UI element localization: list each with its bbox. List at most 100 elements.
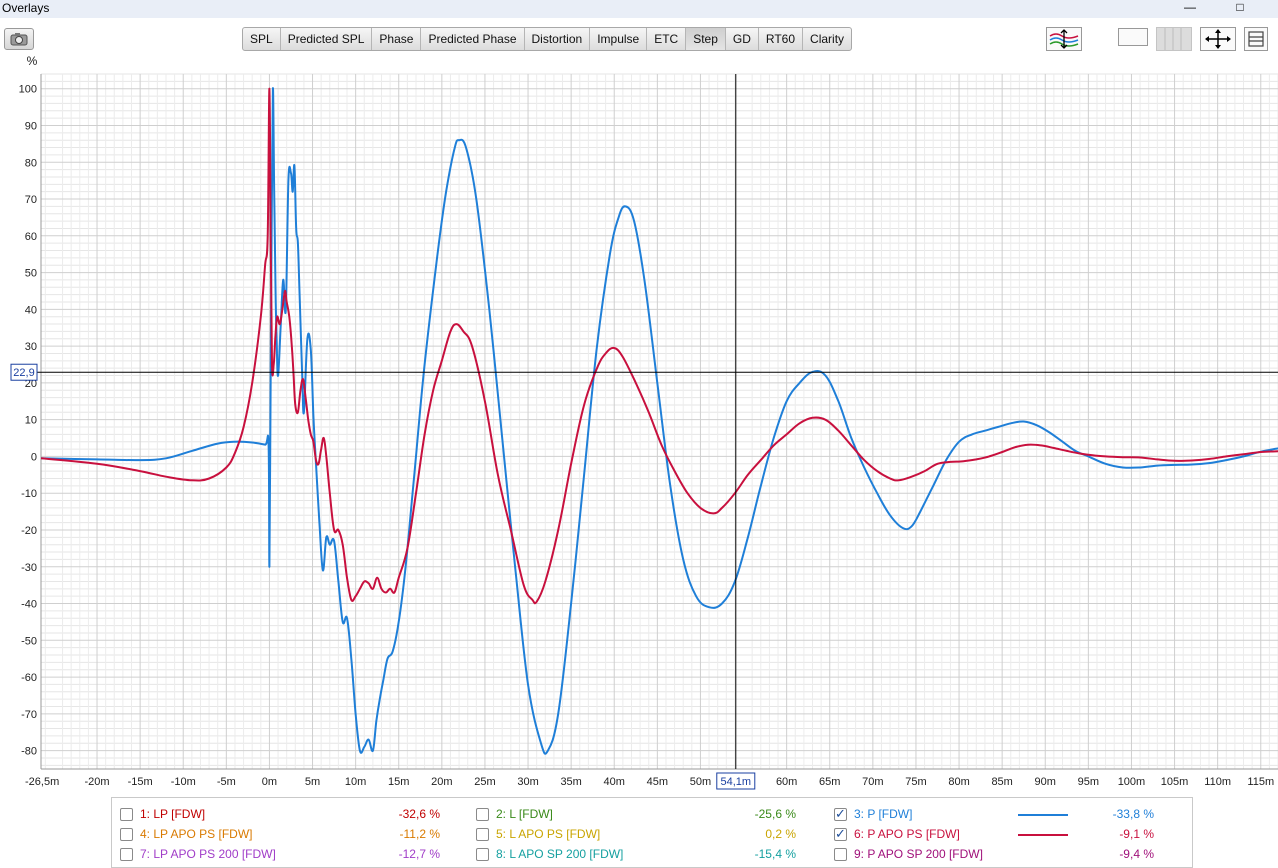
- minimize-button[interactable]: —: [1180, 0, 1200, 16]
- y-tick-label: -20: [21, 525, 37, 537]
- legend-item-label[interactable]: 4: LP APO PS [FDW]: [140, 826, 252, 842]
- y-tick-label: 0: [31, 451, 37, 463]
- tab-impulse[interactable]: Impulse: [590, 28, 648, 50]
- x-tick-label: 90m: [1035, 776, 1056, 788]
- legend-item-value: -15,4 %: [754, 847, 796, 861]
- y-tick-label: 10: [25, 415, 37, 427]
- tab-predicted-spl[interactable]: Predicted SPL: [281, 28, 373, 50]
- tab-phase[interactable]: Phase: [372, 28, 422, 50]
- x-tick-label: 110m: [1204, 776, 1231, 788]
- y-tick-label: -60: [21, 672, 37, 684]
- legend-checkbox[interactable]: [834, 848, 847, 861]
- x-tick-label: 40m: [604, 776, 625, 788]
- legend-item-label[interactable]: 7: LP APO PS 200 [FDW]: [140, 846, 276, 862]
- legend-checkbox[interactable]: [834, 826, 847, 842]
- legend-panel: 1: LP [FDW] -32,6 % 2: L [FDW] -25,6 % 3: P …: [111, 797, 1193, 868]
- legend-item-label[interactable]: 6: P APO PS [FDW]: [854, 826, 960, 842]
- y-tick-label: -80: [21, 746, 37, 758]
- legend-checkbox[interactable]: [476, 808, 489, 821]
- x-tick-label: 15m: [388, 776, 409, 788]
- maximize-button[interactable]: □: [1230, 0, 1250, 16]
- tab-clarity[interactable]: Clarity: [803, 28, 851, 50]
- y-tick-label: 30: [25, 341, 37, 353]
- x-tick-label: 70m: [862, 776, 883, 788]
- camera-icon[interactable]: [4, 28, 34, 50]
- x-tick-label: 60m: [776, 776, 797, 788]
- legend-item-value: -25,6 %: [754, 807, 796, 821]
- tab-spl[interactable]: SPL: [243, 28, 281, 50]
- x-tick-label: 95m: [1078, 776, 1099, 788]
- cursor-x-readout: 54,1m: [720, 776, 751, 788]
- x-tick-label: 80m: [948, 776, 969, 788]
- y-tick-label: 50: [25, 268, 37, 280]
- legend-item-value: -9,4 %: [1119, 847, 1154, 861]
- legend-checkbox[interactable]: [120, 828, 133, 841]
- x-tick-label: 30m: [517, 776, 538, 788]
- x-tick-label: 45m: [647, 776, 668, 788]
- x-tick-label: 5m: [305, 776, 320, 788]
- y-tick-label: -70: [21, 709, 37, 721]
- cursor-y-readout: 22,9: [13, 367, 34, 379]
- move-arrows-icon[interactable]: [1200, 27, 1236, 51]
- x-tick-label: 50m: [690, 776, 711, 788]
- tab-etc[interactable]: ETC: [647, 28, 687, 50]
- x-tick-label: 10m: [345, 776, 366, 788]
- x-tick-label: 105m: [1161, 776, 1189, 788]
- waveform-scale-icon[interactable]: [1046, 27, 1082, 51]
- step-response-chart[interactable]: -80-70-60-50-40-30-20-100102030405060708…: [0, 56, 1278, 796]
- legend-checkbox[interactable]: [120, 808, 133, 821]
- y-tick-label: 80: [25, 157, 37, 169]
- tab-rt60[interactable]: RT60: [759, 28, 804, 50]
- x-tick-label: -5m: [217, 776, 236, 788]
- legend-item-value: -11,2 %: [399, 827, 440, 841]
- tab-step[interactable]: Step: [686, 28, 726, 50]
- x-tick-label: 75m: [905, 776, 926, 788]
- x-tick-label: -10m: [171, 776, 196, 788]
- window-titlebar: Overlays — □: [0, 0, 1278, 18]
- tab-gd[interactable]: GD: [726, 28, 759, 50]
- y-axis-label: %: [27, 56, 38, 68]
- color-swatch-icon[interactable]: [1118, 28, 1148, 46]
- legend-item-label[interactable]: 3: P [FDW]: [854, 806, 912, 822]
- legend-item-label[interactable]: 8: L APO SP 200 [FDW]: [496, 846, 623, 862]
- x-tick-label: 20m: [431, 776, 452, 788]
- legend-checkbox[interactable]: [476, 828, 489, 841]
- legend-line-swatch: [1018, 814, 1068, 816]
- grid-toggle-icon[interactable]: [1156, 27, 1192, 51]
- tab-distortion[interactable]: Distortion: [525, 28, 591, 50]
- legend-item-value: -9,1 %: [1119, 827, 1154, 841]
- x-tick-label: 100m: [1118, 776, 1146, 788]
- x-tick-label: 115m: [1247, 776, 1274, 788]
- tab-predicted-phase[interactable]: Predicted Phase: [421, 28, 525, 50]
- x-tick-label: 85m: [991, 776, 1012, 788]
- y-tick-label: 40: [25, 304, 37, 316]
- x-tick-label: 65m: [819, 776, 840, 788]
- legend-item-label[interactable]: 1: LP [FDW]: [140, 806, 205, 822]
- y-tick-label: -40: [21, 599, 37, 611]
- x-tick-label: 25m: [474, 776, 495, 788]
- x-tick-label: 0m: [262, 776, 277, 788]
- x-tick-label: -15m: [128, 776, 153, 788]
- legend-item-value: -32,6 %: [398, 807, 440, 821]
- legend-checkbox[interactable]: [834, 806, 847, 822]
- legend-checkbox[interactable]: [120, 848, 133, 861]
- y-tick-label: 70: [25, 194, 37, 206]
- legend-line-swatch: [1018, 834, 1068, 836]
- x-tick-label: -26,5m: [25, 776, 59, 788]
- legend-item-label[interactable]: 2: L [FDW]: [496, 806, 553, 822]
- panel-icon[interactable]: [1244, 27, 1268, 51]
- legend-item-value: -12,7 %: [398, 847, 440, 861]
- y-tick-label: 100: [19, 84, 37, 96]
- y-tick-label: 60: [25, 231, 37, 243]
- legend-item-value: -33,8 %: [1112, 807, 1154, 821]
- x-tick-label: 35m: [560, 776, 581, 788]
- legend-item-label[interactable]: 5: L APO PS [FDW]: [496, 826, 600, 842]
- y-tick-label: -10: [21, 488, 37, 500]
- x-tick-label: -20m: [85, 776, 110, 788]
- legend-item-label[interactable]: 9: P APO SP 200 [FDW]: [854, 846, 983, 862]
- window-title: Overlays: [2, 1, 50, 15]
- y-tick-label: -30: [21, 562, 37, 574]
- y-tick-label: -50: [21, 635, 37, 647]
- legend-checkbox[interactable]: [476, 848, 489, 861]
- legend-item-value: 0,2 %: [765, 827, 796, 841]
